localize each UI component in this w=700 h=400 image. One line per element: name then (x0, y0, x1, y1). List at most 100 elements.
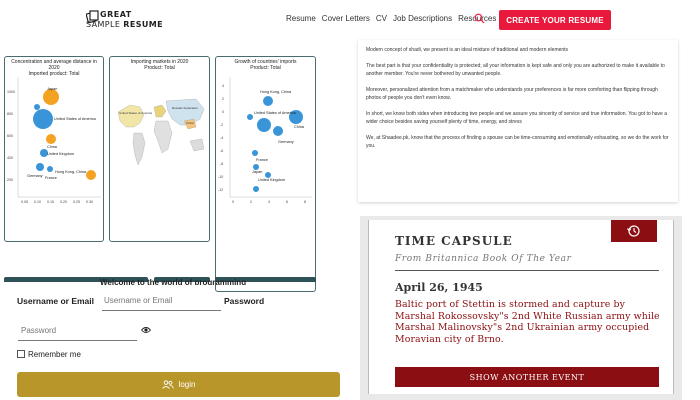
scatter-ytick: 200 (7, 178, 13, 182)
scatter-label: France (45, 176, 57, 180)
growth-bubble-germany (273, 126, 283, 136)
growth-ytick: -8 (220, 162, 223, 166)
growth-label: Germany (278, 140, 294, 144)
growth-panel: Growth of countries' imports Product: To… (215, 56, 316, 292)
logo-text-sample-resume: SAMPLE RESUME (86, 20, 163, 29)
scatter-chart: 1000 800 600 400 200 0.05 0.10 0.15 0.20… (7, 77, 101, 204)
time-capsule-title: TIME CAPSULE (395, 234, 513, 248)
remember-me-checkbox[interactable] (17, 350, 25, 358)
scatter-bubble-germany (36, 163, 44, 171)
scatter-ytick: 400 (7, 156, 13, 160)
scatter-label: Hong Kong, China (55, 170, 87, 174)
password-input[interactable] (18, 321, 137, 341)
growth-ytick: -4 (220, 136, 223, 140)
scatter-xtick: 0.10 (34, 200, 41, 204)
username-input[interactable] (102, 291, 221, 311)
history-icon (627, 225, 640, 237)
nav-resume[interactable]: Resume (286, 14, 316, 26)
map-label: China (186, 121, 194, 125)
search-icon[interactable] (474, 13, 485, 24)
site-logo[interactable]: GREAT SAMPLE RESUME (86, 9, 166, 31)
map-panel: Importing markets in 2020 Product: Total… (109, 56, 210, 242)
login-button-label: login (178, 380, 196, 389)
logo-text-sample: SAMPLE (86, 20, 121, 29)
scatter-bubble-japan (43, 89, 59, 105)
growth-label: United States of America (254, 111, 297, 115)
growth-label: Japan (252, 170, 262, 174)
scatter-xtick: 0.20 (60, 200, 67, 204)
scatter-label: China (47, 145, 58, 149)
scatter-bubble-usa (33, 109, 53, 129)
growth-label: United Kingdom (258, 178, 285, 182)
time-capsule-card: TIME CAPSULE From Britannica Book Of The… (368, 220, 674, 394)
shaadee-text-card: Modern concept of shadi, we present is a… (358, 40, 678, 202)
map-label: Russian Federation (172, 106, 198, 110)
scatter-xtick: 0.25 (73, 200, 80, 204)
scatter-label: Japan (47, 87, 57, 91)
scatter-label: United States of America (54, 117, 97, 121)
main-nav: Resume Cover Letters CV Job Descriptions… (286, 14, 496, 26)
growth-ytick: 4 (222, 84, 224, 88)
growth-xtick: 0 (232, 200, 234, 204)
logo-text-resume: RESUME (123, 20, 164, 29)
growth-ytick: -12 (218, 188, 223, 192)
password-label: Password (224, 296, 265, 306)
growth-label: China (294, 125, 305, 129)
map-south-america (132, 132, 146, 166)
nav-cv[interactable]: CV (376, 14, 387, 26)
create-resume-button[interactable]: CREATE YOUR RESUME (499, 10, 611, 30)
scatter-xtick: 0.30 (86, 200, 93, 204)
growth-xtick: 6 (286, 200, 288, 204)
show-another-event-button[interactable]: SHOW ANOTHER EVENT (395, 367, 659, 387)
growth-bubble (253, 186, 259, 192)
scatter-panel: Concentration and average distance in 20… (4, 56, 104, 242)
page: GREAT SAMPLE RESUME Resume Cover Letters… (0, 0, 700, 400)
logo-text-great: GREAT (100, 10, 132, 19)
welcome-heading: Welcome to the world of programming (100, 278, 247, 285)
growth-xtick: 8 (304, 200, 306, 204)
scatter-xtick: 0.15 (47, 200, 54, 204)
growth-label: France (256, 158, 268, 162)
login-button[interactable]: login (17, 372, 340, 397)
growth-ytick: 0 (222, 110, 224, 114)
growth-label: Hong Kong, China (260, 90, 292, 94)
scatter-label: Germany (27, 174, 43, 178)
text-paragraph: We, at Shaadee.pk, know that the process… (366, 135, 669, 149)
map-australia (189, 138, 205, 152)
remember-me-label: Remember me (28, 350, 81, 359)
scatter-bubble-hongkong (86, 170, 96, 180)
username-label: Username or Email (17, 296, 95, 306)
text-paragraph: In short, we know both sides when introd… (366, 111, 668, 125)
users-icon (161, 380, 174, 389)
growth-ytick: -2 (220, 123, 223, 127)
scatter-ytick: 800 (7, 112, 13, 116)
scatter-ytick: 600 (7, 134, 13, 138)
scatter-bubble-france (47, 166, 53, 172)
site-header: GREAT SAMPLE RESUME Resume Cover Letters… (0, 0, 700, 40)
eye-icon[interactable] (141, 326, 151, 334)
text-paragraph: Modern concept of shadi, we present is a… (366, 47, 569, 53)
nav-job-descriptions[interactable]: Job Descriptions (393, 14, 452, 26)
scatter-bubble-china (46, 134, 56, 144)
growth-ytick: -6 (220, 149, 223, 153)
growth-ytick: -10 (218, 175, 223, 179)
growth-chart: 4 2 0 -2 -4 -6 -8 -10 -12 0 2 4 6 8 Hong… (218, 77, 312, 204)
time-capsule-subtitle: From Britannica Book Of The Year (395, 254, 572, 264)
text-paragraph: Moreover, personalized attention from a … (366, 87, 658, 101)
growth-ytick: 2 (222, 97, 224, 101)
map-label: United States of America (119, 111, 152, 115)
event-description: Baltic port of Stettin is stormed and ca… (395, 299, 660, 345)
map-europe (153, 104, 167, 118)
text-paragraph: The best part is that your confidentiali… (366, 63, 665, 77)
growth-bubble (247, 114, 253, 120)
divider (395, 270, 659, 271)
time-capsule-badge (611, 220, 657, 242)
scatter-ytick: 1000 (7, 90, 15, 94)
growth-xtick: 2 (250, 200, 252, 204)
time-capsule-widget: TIME CAPSULE From Britannica Book Of The… (360, 216, 682, 400)
event-date: April 26, 1945 (395, 281, 483, 294)
nav-cover-letters[interactable]: Cover Letters (322, 14, 370, 26)
world-map: United States of America Russian Federat… (117, 98, 205, 166)
growth-xtick: 4 (268, 200, 270, 204)
scatter-xtick: 0.05 (21, 200, 28, 204)
